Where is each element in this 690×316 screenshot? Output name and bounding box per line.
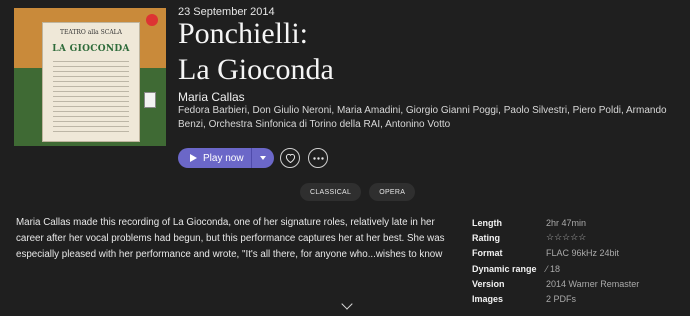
album-title-line-1: Ponchielli: [178, 17, 308, 50]
album-title: Ponchielli: La Gioconda [178, 16, 334, 88]
spec-key: Version [472, 278, 505, 289]
play-icon [190, 154, 197, 162]
tag-classical[interactable]: CLASSICAL [300, 183, 362, 201]
spec-row-format: Format FLAC 96kHz 24bit [472, 246, 682, 261]
play-options-dropdown[interactable] [252, 156, 274, 160]
label-logo-icon [146, 14, 158, 26]
performers-list[interactable]: Fedora Barbieri, Don Giulio Neroni, Mari… [178, 104, 678, 132]
spec-value: ⁄ 18 [546, 263, 561, 274]
spec-row-images: Images 2 PDFs [472, 291, 682, 306]
spec-row-rating: Rating ☆☆☆☆☆ [472, 230, 682, 245]
favorite-button[interactable] [280, 148, 300, 168]
genre-tags: CLASSICAL OPERA [300, 183, 416, 201]
album-title-line-2: La Gioconda [178, 53, 334, 86]
rating-stars[interactable]: ☆☆☆☆☆ [546, 232, 586, 243]
cover-poster-title: LA GIOCONDA [52, 44, 130, 54]
play-now-button[interactable]: Play now [178, 153, 251, 164]
spec-value: FLAC 96kHz 24bit [546, 248, 620, 259]
spec-row-dynamic-range: Dynamic range ⁄ 18 [472, 261, 682, 276]
more-icon [312, 156, 324, 160]
more-options-button[interactable] [308, 148, 328, 168]
spec-key: Dynamic range [472, 263, 537, 274]
play-now-label: Play now [203, 152, 244, 164]
spec-row-length: Length 2hr 47min [472, 215, 682, 230]
heart-icon [285, 153, 295, 163]
cover-poster-header: TEATRO alla SCALA [60, 29, 122, 36]
main-artist-link[interactable]: Maria Callas [178, 90, 245, 104]
spec-row-version: Version 2014 Warner Remaster [472, 276, 682, 291]
expand-description-chevron-icon[interactable] [341, 298, 353, 310]
cover-poster: TEATRO alla SCALA LA GIOCONDA [42, 22, 140, 142]
tag-opera[interactable]: OPERA [369, 183, 416, 201]
images-link[interactable]: 2 PDFs [546, 294, 576, 304]
spec-key: Images [472, 294, 504, 305]
play-now-button-group: Play now [178, 148, 274, 168]
spec-key: Length [472, 217, 502, 228]
spec-key: Rating [472, 232, 500, 243]
spec-value: 2014 Warner Remaster [546, 278, 640, 289]
album-specs: Length 2hr 47min Rating ☆☆☆☆☆ Format FLA… [472, 215, 682, 307]
crest-icon [144, 92, 156, 108]
spec-value: 2hr 47min [546, 217, 587, 228]
spec-key: Format [472, 248, 503, 259]
album-description: Maria Callas made this recording of La G… [16, 217, 445, 260]
cover-poster-text-lines [53, 57, 129, 133]
chevron-down-icon [260, 156, 266, 160]
album-cover[interactable]: TEATRO alla SCALA LA GIOCONDA [14, 8, 166, 146]
